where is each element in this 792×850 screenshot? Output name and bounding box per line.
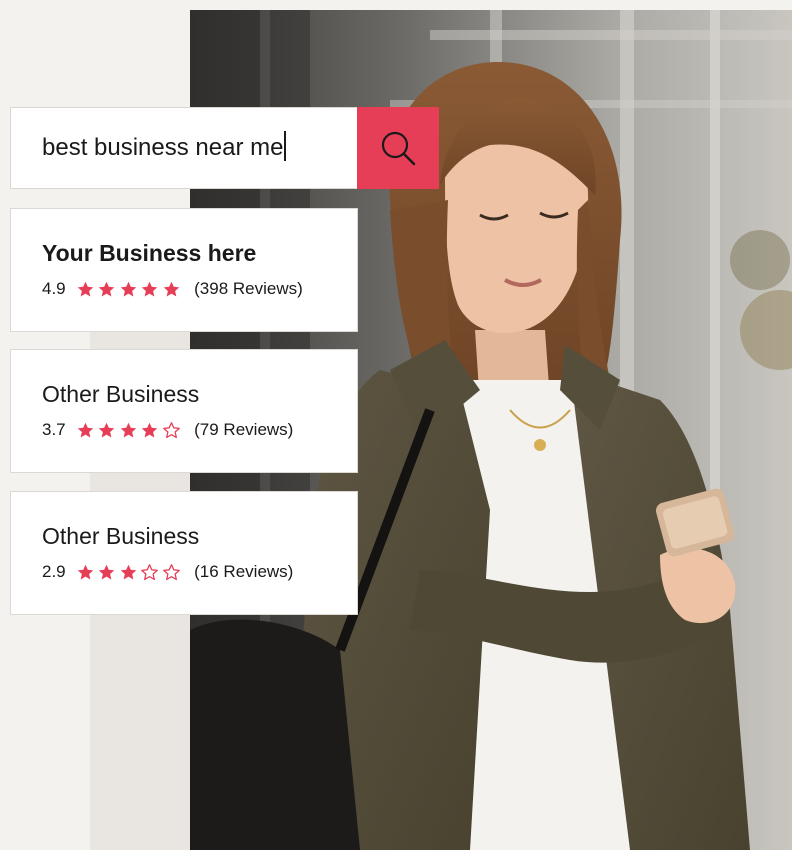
- result-card[interactable]: Other Business 3.7 (79 Reviews): [10, 349, 358, 473]
- search-query-text: best business near me: [42, 134, 284, 161]
- search-icon: [357, 107, 439, 189]
- star-filled-icon: [120, 281, 136, 296]
- rating-row: 4.9 (398 Reviews): [42, 279, 303, 299]
- star-filled-icon: [77, 281, 93, 296]
- rating-row: 2.9 (16 Reviews): [42, 562, 293, 582]
- rating-value: 3.7: [42, 420, 66, 439]
- star-filled-icon: [120, 564, 136, 579]
- star-filled-icon: [77, 564, 93, 579]
- business-name: Your Business here: [42, 240, 257, 266]
- star-filled-icon: [98, 564, 115, 579]
- text-caret: [284, 131, 286, 161]
- star-filled-icon: [141, 281, 158, 296]
- rating-value: 2.9: [42, 562, 66, 581]
- rating-row: 3.7 (79 Reviews): [42, 420, 293, 440]
- star-rating: [76, 563, 184, 582]
- star-filled-icon: [163, 281, 179, 296]
- star-rating: [76, 280, 184, 299]
- review-count: (79 Reviews): [194, 420, 294, 439]
- star-empty-icon: [162, 421, 180, 438]
- business-name: Other Business: [42, 523, 200, 549]
- search-input[interactable]: best business near me: [10, 107, 357, 189]
- star-filled-icon: [77, 422, 93, 437]
- search-button[interactable]: [357, 107, 439, 189]
- star-filled-icon: [98, 422, 115, 437]
- star-empty-icon: [162, 563, 180, 580]
- star-rating: [76, 421, 184, 440]
- business-name: Other Business: [42, 381, 200, 407]
- rating-value: 4.9: [42, 279, 66, 298]
- review-count: (398 Reviews): [194, 279, 303, 298]
- star-empty-icon: [141, 563, 159, 580]
- star-filled-icon: [98, 281, 115, 296]
- star-filled-icon: [141, 422, 158, 437]
- result-card[interactable]: Other Business 2.9 (16 Reviews): [10, 491, 358, 615]
- review-count: (16 Reviews): [194, 562, 294, 581]
- result-card[interactable]: Your Business here 4.9 (398 Reviews): [10, 208, 358, 332]
- star-filled-icon: [120, 422, 136, 437]
